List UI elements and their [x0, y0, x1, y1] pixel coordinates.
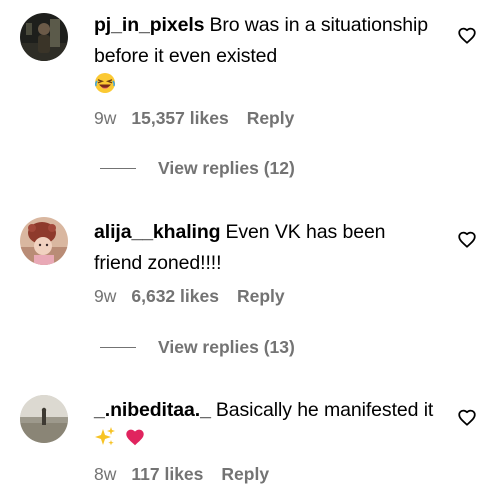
comment-username[interactable]: alija__khaling	[94, 221, 221, 243]
comment-text: pj_in_pixels Bro was in a situationship b…	[94, 10, 434, 104]
comment-likes-count[interactable]: 6,632 likes	[131, 286, 219, 306]
replies-divider-line	[100, 347, 136, 348]
comment-message: Basically he manifested it	[215, 399, 434, 421]
view-replies-button[interactable]: View replies (13)	[100, 337, 295, 361]
reply-button[interactable]: Reply	[237, 286, 285, 306]
comment-text: alija__khaling Even VK has been friend zo…	[94, 217, 434, 279]
comment-meta: 9w 6,632 likes Reply	[94, 286, 285, 307]
comment-likes-count[interactable]: 15,357 likes	[131, 108, 228, 128]
view-replies-label: View replies (13)	[158, 337, 295, 357]
avatar-image	[20, 217, 68, 265]
avatar[interactable]	[20, 13, 68, 61]
comment-meta: 8w 117 likes Reply	[94, 464, 269, 485]
comment-timestamp: 8w	[94, 464, 117, 484]
comment-list: pj_in_pixels Bro was in a situationship b…	[0, 0, 494, 498]
view-replies-label: View replies (12)	[158, 158, 295, 178]
comment-timestamp: 9w	[94, 286, 117, 306]
avatar[interactable]	[20, 395, 68, 443]
comment-meta: 9w 15,357 likes Reply	[94, 108, 294, 129]
red-heart-emoji	[124, 426, 146, 458]
avatar-image	[20, 395, 68, 443]
sparkles-emoji	[94, 426, 116, 458]
comment-likes-count[interactable]: 117 likes	[131, 464, 203, 484]
comment-timestamp: 9w	[94, 108, 117, 128]
grinning-squinting-face-emoji	[94, 72, 116, 104]
avatar-image	[20, 13, 68, 61]
comment-username[interactable]: pj_in_pixels	[94, 14, 205, 36]
reply-button[interactable]: Reply	[247, 108, 295, 128]
comment-username[interactable]: _.nibeditaa._	[94, 399, 211, 421]
like-heart-icon[interactable]	[456, 406, 478, 428]
like-heart-icon[interactable]	[456, 24, 478, 46]
avatar[interactable]	[20, 217, 68, 265]
comment-text: _.nibeditaa._ Basically he manifested it	[94, 395, 434, 458]
view-replies-button[interactable]: View replies (12)	[100, 158, 295, 182]
reply-button[interactable]: Reply	[221, 464, 269, 484]
replies-divider-line	[100, 168, 136, 169]
like-heart-icon[interactable]	[456, 228, 478, 250]
